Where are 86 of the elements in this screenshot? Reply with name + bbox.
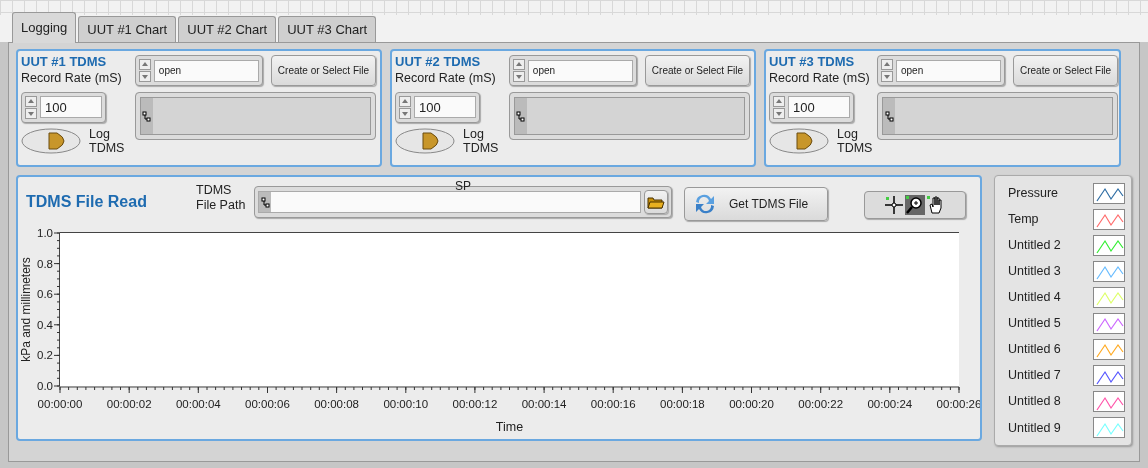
legend-swatch bbox=[1093, 286, 1125, 308]
field-label: Record Rate (mS) bbox=[21, 70, 123, 87]
tick-label: 00:00:06 bbox=[245, 398, 290, 410]
tick-label: 00:00:02 bbox=[106, 398, 152, 410]
path-icon bbox=[516, 110, 526, 122]
tick-label: 00:00:14 bbox=[521, 398, 567, 410]
tick-label: 00:00:04 bbox=[175, 398, 221, 410]
legend-swatch bbox=[1093, 260, 1125, 282]
tick-label: 0.4 bbox=[37, 318, 53, 331]
ring-control[interactable]: open bbox=[508, 55, 637, 86]
spin-buttons[interactable] bbox=[773, 95, 785, 119]
legend-swatch bbox=[1093, 391, 1125, 413]
tick-label: 0.6 bbox=[37, 288, 53, 301]
panel-title: UUT #2 TDMS bbox=[395, 55, 482, 69]
legend-label: Untitled 3 bbox=[1008, 262, 1061, 280]
tick-label: 0.2 bbox=[37, 349, 53, 362]
spin-buttons[interactable] bbox=[138, 59, 151, 82]
toggle-label: Log TDMS bbox=[463, 126, 499, 155]
tick-label: 0.8 bbox=[37, 257, 53, 270]
spin-buttons[interactable] bbox=[512, 59, 525, 82]
legend-swatch bbox=[1093, 234, 1125, 256]
field-caption: SP bbox=[455, 181, 471, 192]
legend-swatch bbox=[1093, 208, 1125, 230]
tick-label: 00:00:20 bbox=[729, 398, 774, 410]
refresh-icon bbox=[693, 192, 717, 216]
numeric-control[interactable]: 100 bbox=[769, 91, 854, 123]
panel-title: UUT #1 TDMS bbox=[21, 55, 108, 69]
path-icon bbox=[142, 110, 152, 122]
numeric-control[interactable]: 100 bbox=[21, 91, 106, 123]
spin-buttons[interactable] bbox=[881, 59, 893, 82]
field-label: Record Rate (mS) bbox=[769, 70, 871, 87]
axis-title: kPa and millimeters bbox=[19, 257, 33, 362]
field-label: TDMS File Path bbox=[196, 183, 247, 213]
legend-swatch bbox=[1093, 313, 1125, 334]
spin-buttons[interactable] bbox=[25, 95, 37, 119]
legend-label: Temp bbox=[1008, 210, 1039, 228]
path-icon bbox=[260, 196, 270, 208]
legend-label: Untitled 6 bbox=[1008, 341, 1061, 359]
create-file-button[interactable]: Create or Select File bbox=[1013, 55, 1119, 86]
axis-title: Time bbox=[495, 420, 524, 434]
legend-label: Untitled 7 bbox=[1008, 367, 1061, 385]
tab[interactable]: UUT #1 Chart bbox=[78, 15, 177, 42]
numeric-control[interactable]: 100 bbox=[395, 91, 480, 123]
browse-button[interactable] bbox=[644, 190, 668, 214]
tick-label: 00:00:10 bbox=[383, 398, 429, 410]
toggle-switch[interactable] bbox=[21, 127, 81, 154]
legend-label: Untitled 2 bbox=[1008, 236, 1061, 254]
get-file-button[interactable]: Get TDMS File bbox=[684, 187, 828, 221]
legend-label: Pressure bbox=[1008, 184, 1059, 202]
ring-control[interactable]: open bbox=[134, 55, 263, 86]
toggle-switch[interactable] bbox=[395, 127, 455, 154]
panel-title: UUT #3 TDMS bbox=[769, 55, 856, 69]
create-file-button[interactable]: Create or Select File bbox=[270, 55, 376, 86]
legend-label: Untitled 4 bbox=[1008, 289, 1061, 307]
tab[interactable]: Logging bbox=[12, 11, 77, 43]
tab[interactable]: UUT #3 Chart bbox=[278, 15, 377, 42]
tick-label: 00:00:18 bbox=[660, 398, 705, 410]
tick-label: 1.0 bbox=[37, 227, 53, 239]
legend-label: Untitled 5 bbox=[1008, 315, 1061, 333]
toggle-label: Log TDMS bbox=[89, 126, 125, 155]
spin-buttons[interactable] bbox=[399, 95, 411, 119]
panel-title: TDMS File Read bbox=[26, 195, 148, 209]
legend-swatch bbox=[1093, 365, 1125, 387]
ring-control[interactable]: open bbox=[877, 55, 1005, 86]
legend-label: Untitled 9 bbox=[1008, 419, 1061, 437]
cursor-tool[interactable] bbox=[884, 195, 904, 215]
toggle-label: Log TDMS bbox=[837, 126, 873, 155]
tick-label: 00:00:00 bbox=[37, 398, 83, 410]
zoom-tool[interactable] bbox=[905, 195, 925, 215]
legend-swatch bbox=[1093, 182, 1125, 204]
tick-label: 00:00:08 bbox=[314, 398, 359, 410]
tick-label: 00:00:26 bbox=[936, 398, 980, 410]
tick-label: 00:00:16 bbox=[590, 398, 636, 410]
toggle-switch[interactable] bbox=[769, 127, 829, 154]
create-file-button[interactable]: Create or Select File bbox=[644, 55, 750, 86]
legend-label: Untitled 8 bbox=[1008, 393, 1061, 411]
path-icon bbox=[884, 110, 894, 122]
tick-label: 00:00:12 bbox=[452, 398, 498, 410]
tick-label: 0.0 bbox=[37, 380, 53, 392]
tab[interactable]: UUT #2 Chart bbox=[178, 15, 277, 42]
legend-swatch bbox=[1093, 339, 1125, 361]
legend-swatch bbox=[1093, 417, 1125, 439]
folder-icon bbox=[647, 195, 665, 209]
tick-label: 00:00:24 bbox=[867, 398, 913, 410]
tick-label: 00:00:22 bbox=[798, 398, 844, 410]
field-label: Record Rate (mS) bbox=[395, 70, 497, 87]
